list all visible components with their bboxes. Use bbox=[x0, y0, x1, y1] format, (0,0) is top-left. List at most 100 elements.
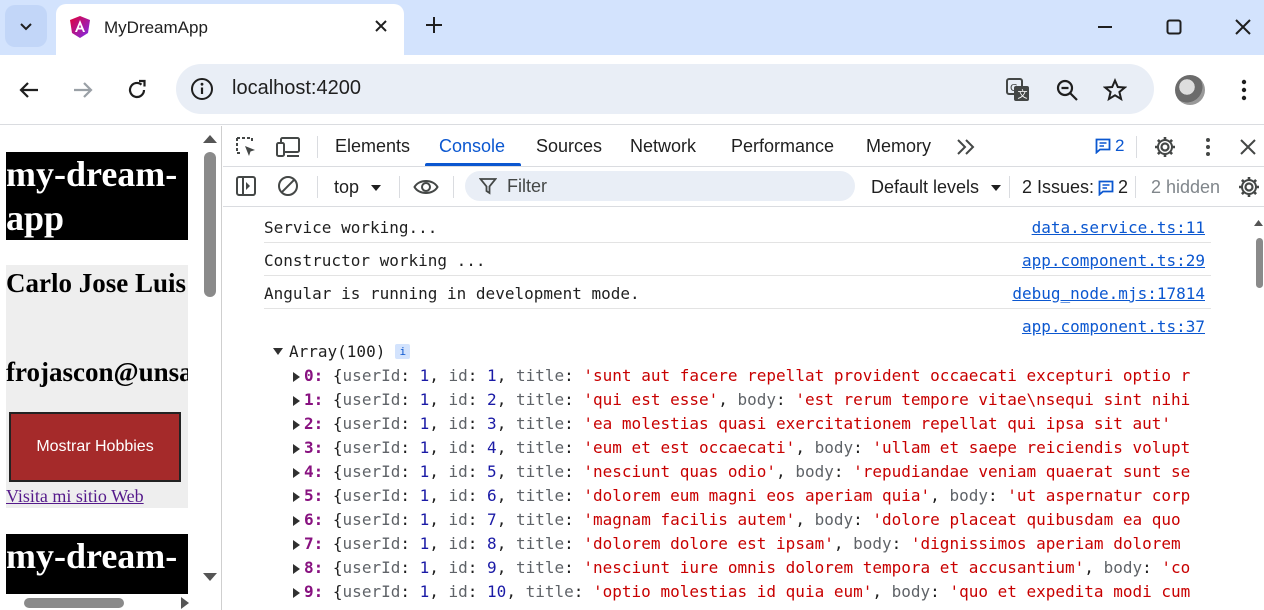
close-devtools-button[interactable] bbox=[1235, 134, 1261, 160]
page-scroll-thumb[interactable] bbox=[204, 152, 216, 297]
page-viewport: my-dream-app Carlo Jose Luis frojascon@u… bbox=[0, 126, 222, 610]
tab-sources[interactable]: Sources bbox=[536, 136, 602, 157]
scroll-right-icon[interactable] bbox=[178, 595, 192, 610]
back-button[interactable] bbox=[14, 75, 44, 105]
gear-icon bbox=[1155, 137, 1175, 157]
item-index: 3 bbox=[304, 438, 314, 457]
tab-strip: MyDreamApp bbox=[0, 0, 1264, 55]
message-text: Service working... bbox=[264, 218, 438, 237]
console-filter-input[interactable]: Filter bbox=[465, 171, 855, 201]
separator bbox=[1135, 176, 1136, 198]
info-icon[interactable]: i bbox=[395, 344, 411, 359]
source-link[interactable]: app.component.ts:29 bbox=[1022, 251, 1205, 270]
maximize-button[interactable] bbox=[1159, 12, 1189, 42]
collapsed-triangle-icon bbox=[293, 563, 300, 574]
address-bar[interactable]: localhost:4200 G文 bbox=[176, 64, 1154, 114]
console-scroll-thumb[interactable] bbox=[1256, 238, 1263, 288]
sidebar-toggle-button[interactable] bbox=[233, 173, 259, 199]
devtools-menu-button[interactable] bbox=[1195, 134, 1221, 160]
array-toggle[interactable]: Array(100) i bbox=[273, 342, 411, 361]
array-item[interactable]: 4: {userId: 1, id: 5, title: 'nesciunt q… bbox=[293, 462, 1223, 481]
website-link[interactable]: Visita mi sitio Web bbox=[6, 486, 144, 507]
tab-console[interactable]: Console bbox=[439, 136, 505, 157]
chevron-down-icon bbox=[20, 23, 32, 31]
array-item[interactable]: 5: {userId: 1, id: 6, title: 'dolorem eu… bbox=[293, 486, 1223, 505]
array-item[interactable]: 3: {userId: 1, id: 4, title: 'eum et est… bbox=[293, 438, 1223, 457]
item-userid: 1 bbox=[419, 462, 430, 481]
browser-tab[interactable]: MyDreamApp bbox=[56, 4, 404, 55]
profile-avatar[interactable] bbox=[1175, 75, 1205, 105]
log-levels-dropdown[interactable]: Default levels bbox=[871, 177, 1002, 198]
reload-icon bbox=[128, 79, 146, 99]
forward-button[interactable] bbox=[68, 75, 98, 105]
tab-search-button[interactable] bbox=[5, 5, 47, 47]
context-selector[interactable]: top bbox=[334, 177, 382, 198]
more-tabs-button[interactable] bbox=[953, 134, 979, 160]
item-id: 1 bbox=[487, 366, 497, 385]
array-item[interactable]: 7: {userId: 1, id: 8, title: 'dolorem do… bbox=[293, 534, 1223, 553]
array-item[interactable]: 6: {userId: 1, id: 7, title: 'magnam fac… bbox=[293, 510, 1223, 529]
new-tab-button[interactable] bbox=[421, 12, 447, 38]
item-userid: 1 bbox=[419, 510, 430, 529]
dropdown-arrow-icon bbox=[991, 185, 1002, 191]
settings-button[interactable] bbox=[1152, 134, 1178, 160]
array-item[interactable]: 8: {userId: 1, id: 9, title: 'nesciunt i… bbox=[293, 558, 1223, 577]
translate-icon: G文 bbox=[1006, 78, 1029, 101]
bookmark-button[interactable] bbox=[1101, 76, 1129, 104]
window-close-button[interactable] bbox=[1228, 12, 1258, 42]
scroll-up-icon[interactable] bbox=[200, 132, 220, 146]
console-scrollbar[interactable] bbox=[1253, 208, 1264, 610]
tab-memory[interactable]: Memory bbox=[866, 136, 931, 157]
collapsed-triangle-icon bbox=[293, 467, 300, 478]
page-vertical-scrollbar[interactable] bbox=[200, 132, 220, 584]
close-icon bbox=[1240, 139, 1256, 155]
message-icon bbox=[1098, 180, 1114, 196]
tab-network[interactable]: Network bbox=[630, 136, 696, 157]
live-expression-button[interactable] bbox=[413, 174, 439, 200]
item-index: 6 bbox=[304, 510, 314, 529]
source-link[interactable]: data.service.ts:11 bbox=[1032, 218, 1205, 237]
console-message: Constructor working ... app.component.ts… bbox=[264, 243, 1211, 276]
clear-console-button[interactable] bbox=[275, 173, 301, 199]
show-hobbies-button[interactable]: Mostrar Hobbies bbox=[9, 412, 181, 482]
separator bbox=[1009, 176, 1010, 198]
dropdown-arrow-icon bbox=[371, 185, 382, 191]
item-userid: 1 bbox=[419, 558, 430, 577]
browser-toolbar: localhost:4200 G文 bbox=[0, 55, 1264, 125]
tab-elements[interactable]: Elements bbox=[335, 136, 410, 157]
array-item[interactable]: 0: {userId: 1, id: 1, title: 'sunt aut f… bbox=[293, 366, 1223, 385]
item-body: 'est rerum tempore vitae\nsequi sint nih… bbox=[795, 390, 1191, 409]
device-toolbar-button[interactable] bbox=[275, 134, 301, 160]
console-settings-button[interactable] bbox=[1236, 174, 1262, 200]
gear-icon bbox=[1239, 177, 1259, 197]
hidden-messages-count: 2 hidden bbox=[1151, 177, 1221, 197]
reload-button[interactable] bbox=[122, 75, 152, 105]
array-item[interactable]: 2: {userId: 1, id: 3, title: 'ea molesti… bbox=[293, 414, 1223, 433]
browser-menu-button[interactable] bbox=[1230, 75, 1258, 105]
block-icon bbox=[278, 176, 298, 196]
tab-close-button[interactable] bbox=[370, 15, 392, 37]
source-link[interactable]: app.component.ts:37 bbox=[1022, 317, 1205, 336]
array-item[interactable]: 9: {userId: 1, id: 10, title: 'optio mol… bbox=[293, 582, 1223, 601]
separator bbox=[317, 136, 318, 158]
collapsed-triangle-icon bbox=[293, 419, 300, 430]
scroll-down-icon[interactable] bbox=[200, 570, 220, 584]
zoom-button[interactable] bbox=[1053, 76, 1081, 104]
site-info-icon[interactable] bbox=[190, 77, 214, 101]
translate-button[interactable]: G文 bbox=[1004, 76, 1032, 104]
scroll-up-icon[interactable] bbox=[1253, 218, 1264, 228]
inspect-element-button[interactable] bbox=[233, 134, 259, 160]
array-item[interactable]: 1: {userId: 1, id: 2, title: 'qui est es… bbox=[293, 390, 1223, 409]
collapsed-triangle-icon bbox=[293, 395, 300, 406]
issues-counter[interactable]: 2 bbox=[1095, 136, 1124, 156]
issues-count: 2 bbox=[1115, 136, 1125, 155]
levels-label: Default levels bbox=[871, 177, 980, 197]
issues-link[interactable]: 2 Issues: 2 bbox=[1022, 177, 1128, 198]
item-title: 'qui est esse' bbox=[583, 390, 719, 409]
minimize-button[interactable] bbox=[1090, 12, 1120, 42]
tab-performance[interactable]: Performance bbox=[731, 136, 834, 157]
page-horizontal-scroll-thumb[interactable] bbox=[24, 598, 124, 608]
item-index: 8 bbox=[304, 558, 314, 577]
source-link[interactable]: debug_node.mjs:17814 bbox=[1012, 284, 1205, 303]
url-text[interactable]: localhost:4200 bbox=[232, 77, 361, 100]
